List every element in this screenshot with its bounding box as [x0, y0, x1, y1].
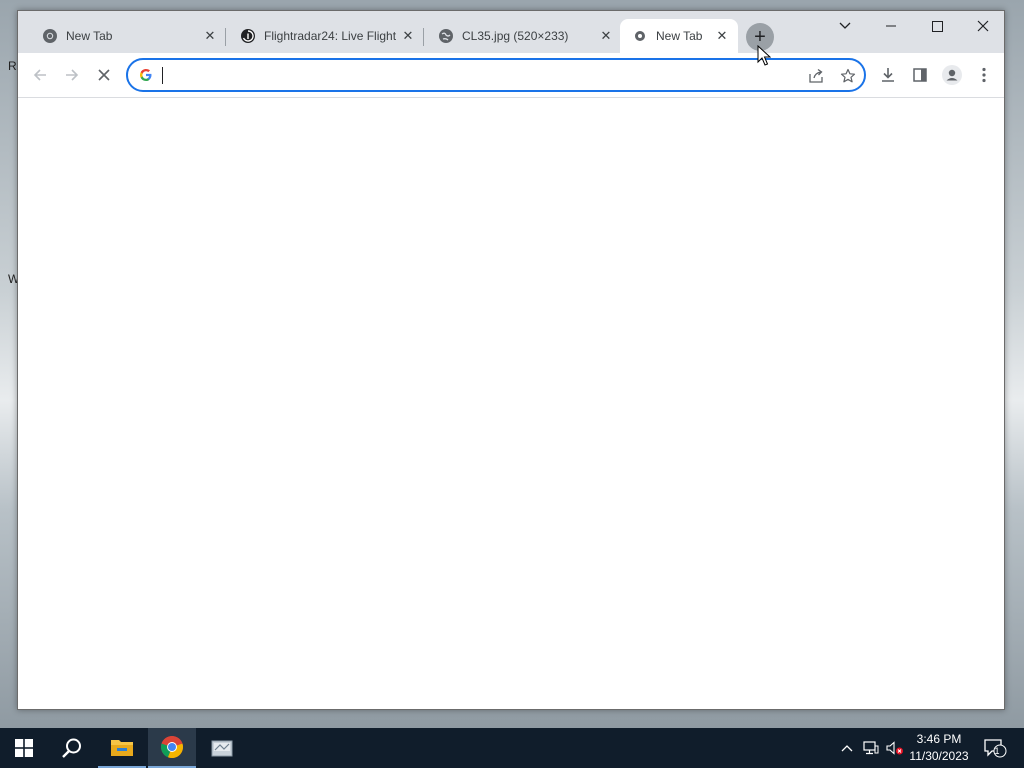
download-icon — [882, 68, 894, 82]
search-button[interactable] — [48, 728, 96, 768]
tab-new-tab-1[interactable]: New Tab ✕ — [30, 19, 226, 53]
windows-start-icon — [15, 739, 33, 757]
side-panel-button[interactable] — [906, 61, 934, 89]
tab-divider — [225, 28, 226, 46]
star-icon[interactable] — [838, 66, 858, 86]
flightradar24-icon — [240, 28, 256, 44]
app-icon — [211, 740, 233, 757]
browser-toolbar — [18, 53, 1004, 98]
back-button[interactable] — [26, 61, 54, 89]
address-input[interactable] — [160, 64, 764, 88]
show-hidden-icons-button[interactable] — [836, 728, 858, 768]
downloads-button[interactable] — [874, 61, 902, 89]
menu-button[interactable] — [970, 61, 998, 89]
mouse-cursor-icon — [757, 45, 771, 66]
chrome-icon — [161, 736, 183, 759]
minimize-button[interactable] — [868, 11, 914, 41]
tab-title: New Tab — [656, 29, 703, 43]
file-explorer-taskbar-button[interactable] — [98, 728, 146, 768]
tab-strip: New Tab ✕ Flightradar24: Live Flight ✕ C… — [18, 11, 1004, 53]
avatar-icon — [942, 65, 962, 85]
minimize-icon — [886, 25, 896, 27]
close-icon[interactable]: ✕ — [714, 28, 730, 44]
chevron-up-icon — [841, 745, 853, 752]
share-icon[interactable] — [806, 66, 826, 86]
tab-divider — [423, 28, 424, 46]
clock-date: 11/30/2023 — [909, 749, 969, 763]
taskbar: 3:46 PM 11/30/2023 1 — [0, 728, 1024, 768]
tab-title: CL35.jpg (520×233) — [462, 29, 569, 43]
text-caret — [162, 67, 163, 84]
tab-title: New Tab — [66, 29, 113, 43]
tab-search-button[interactable] — [822, 11, 868, 41]
chevron-down-icon — [839, 22, 851, 29]
forward-button[interactable] — [58, 61, 86, 89]
start-button[interactable] — [0, 728, 48, 768]
loading-icon — [632, 28, 648, 44]
close-icon — [977, 20, 989, 32]
arrow-right-icon — [66, 69, 79, 81]
google-icon — [140, 69, 152, 81]
tab-cl35-image[interactable]: CL35.jpg (520×233) ✕ — [426, 19, 622, 53]
taskbar-clock[interactable]: 3:46 PM 11/30/2023 — [900, 731, 978, 765]
stop-loading-button[interactable] — [90, 61, 118, 89]
close-window-button[interactable] — [960, 11, 1006, 41]
network-tray-button[interactable] — [860, 728, 882, 768]
network-icon — [863, 741, 879, 755]
address-bar[interactable] — [126, 58, 866, 92]
stop-icon — [98, 69, 110, 81]
chrome-icon — [42, 28, 58, 44]
tab-new-tab-active[interactable]: New Tab ✕ — [620, 19, 738, 53]
maximize-button[interactable] — [914, 11, 960, 41]
search-icon — [62, 738, 81, 758]
tab-flightradar24[interactable]: Flightradar24: Live Flight ✕ — [228, 19, 424, 53]
browser-window: New Tab ✕ Flightradar24: Live Flight ✕ C… — [17, 10, 1005, 710]
file-explorer-icon — [111, 740, 133, 756]
close-icon[interactable]: ✕ — [202, 28, 218, 44]
tab-title: Flightradar24: Live Flight — [264, 29, 397, 43]
desktop-icon-label: R — [8, 59, 17, 73]
close-icon[interactable]: ✕ — [598, 28, 614, 44]
more-vert-icon — [982, 67, 986, 83]
app-taskbar-button[interactable] — [198, 728, 246, 768]
notification-count-badge: 1 — [994, 746, 1000, 756]
clock-time: 3:46 PM — [916, 732, 962, 746]
close-icon[interactable]: ✕ — [400, 28, 416, 44]
side-panel-icon — [913, 68, 927, 82]
maximize-icon — [931, 20, 943, 32]
action-center-button[interactable]: 1 — [980, 728, 1010, 768]
page-content — [18, 98, 1004, 709]
chrome-taskbar-button[interactable] — [148, 728, 196, 768]
profile-button[interactable] — [938, 61, 966, 89]
arrow-left-icon — [33, 69, 46, 81]
globe-icon — [438, 28, 454, 44]
